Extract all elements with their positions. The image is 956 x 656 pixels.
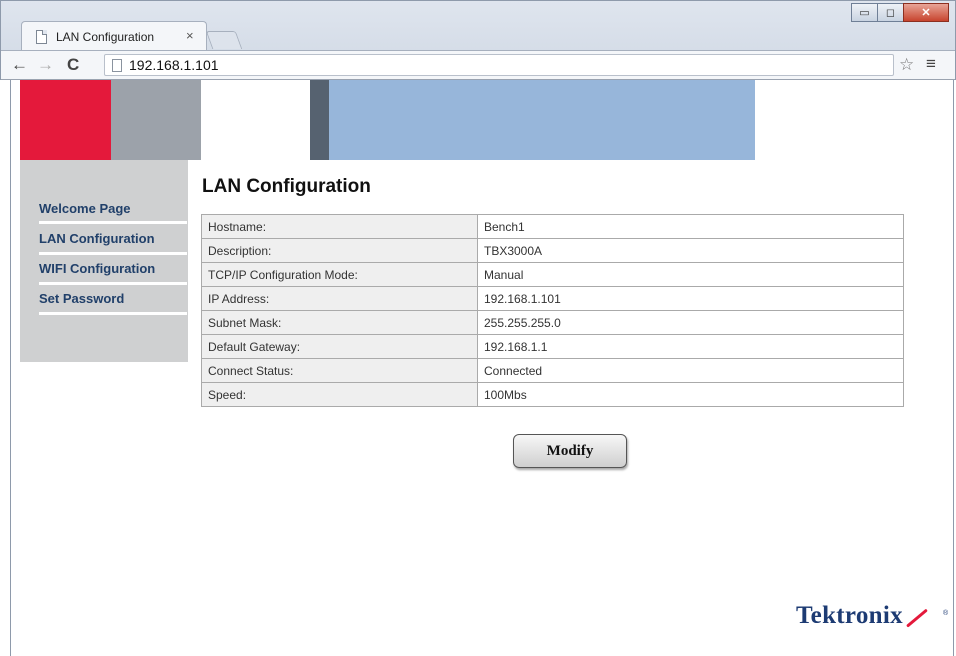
reload-icon[interactable]: C [67,55,79,75]
sidebar-divider [39,282,187,285]
browser-tab[interactable]: LAN Configuration × [21,21,207,51]
subnet-mask-label: Subnet Mask: [201,310,478,335]
sidebar-item-welcome[interactable]: Welcome Page [39,201,131,216]
back-icon[interactable]: ← [11,55,28,75]
connect-status-label: Connect Status: [201,358,478,383]
table-row: TCP/IP Configuration Mode: Manual [201,262,904,287]
speed-label: Speed: [201,382,478,407]
table-row: IP Address: 192.168.1.101 [201,286,904,311]
logo-swoosh-icon [906,608,928,628]
table-row: Connect Status: Connected [201,358,904,383]
tcpip-mode-value: Manual [477,262,904,287]
address-bar[interactable]: 192.168.1.101 [104,54,894,76]
browser-toolbar: ← → C 192.168.1.101 ☆ ≡ [1,50,955,80]
page-icon [112,59,122,72]
sidebar-item-set-password[interactable]: Set Password [39,291,124,306]
close-window-icon[interactable]: ✕ [903,3,949,22]
sidebar-item-lan-configuration[interactable]: LAN Configuration [39,231,155,246]
bookmark-star-icon[interactable]: ☆ [899,55,914,75]
description-value: TBX3000A [477,238,904,263]
modify-button[interactable]: Modify [513,434,627,468]
menu-icon[interactable]: ≡ [926,54,936,74]
sidebar-divider [39,252,187,255]
registered-mark: ® [943,610,949,617]
tab-close-icon[interactable]: × [186,28,194,43]
description-label: Description: [201,238,478,263]
banner-blue-block [329,80,755,160]
sidebar-divider [39,221,187,224]
table-row: Hostname: Bench1 [201,214,904,239]
address-url: 192.168.1.101 [129,57,219,73]
table-row: Default Gateway: 192.168.1.1 [201,334,904,359]
subnet-mask-value: 255.255.255.0 [477,310,904,335]
table-row: Description: TBX3000A [201,238,904,263]
banner-dark-block [310,80,329,160]
tcpip-mode-label: TCP/IP Configuration Mode: [201,262,478,287]
sidebar-item-wifi-configuration[interactable]: WIFI Configuration [39,261,155,276]
minimize-icon[interactable]: ▭ [851,3,878,22]
connect-status-value: Connected [477,358,904,383]
tab-title: LAN Configuration [56,30,155,44]
ip-address-value: 192.168.1.101 [477,286,904,311]
page-title: LAN Configuration [202,176,371,197]
new-tab-button[interactable] [205,31,243,49]
table-row: Subnet Mask: 255.255.255.0 [201,310,904,335]
page-content: Welcome Page LAN Configuration WIFI Conf… [10,80,954,656]
hostname-label: Hostname: [201,214,478,239]
sidebar-nav: Welcome Page LAN Configuration WIFI Conf… [20,160,188,362]
sidebar-divider [39,312,187,315]
tektronix-logo: Tektronix [796,602,903,629]
window-controls: ▭ ◻ ✕ [851,3,949,22]
lan-config-table: Hostname: Bench1 Description: TBX3000A T… [201,214,904,407]
hostname-value: Bench1 [477,214,904,239]
speed-value: 100Mbs [477,382,904,407]
default-gateway-value: 192.168.1.1 [477,334,904,359]
banner-gray-block [111,80,201,160]
default-gateway-label: Default Gateway: [201,334,478,359]
banner-red-block [20,80,111,160]
table-row: Speed: 100Mbs [201,382,904,407]
maximize-icon[interactable]: ◻ [877,3,904,22]
ip-address-label: IP Address: [201,286,478,311]
page-icon [36,30,47,44]
forward-icon[interactable]: → [37,55,54,75]
